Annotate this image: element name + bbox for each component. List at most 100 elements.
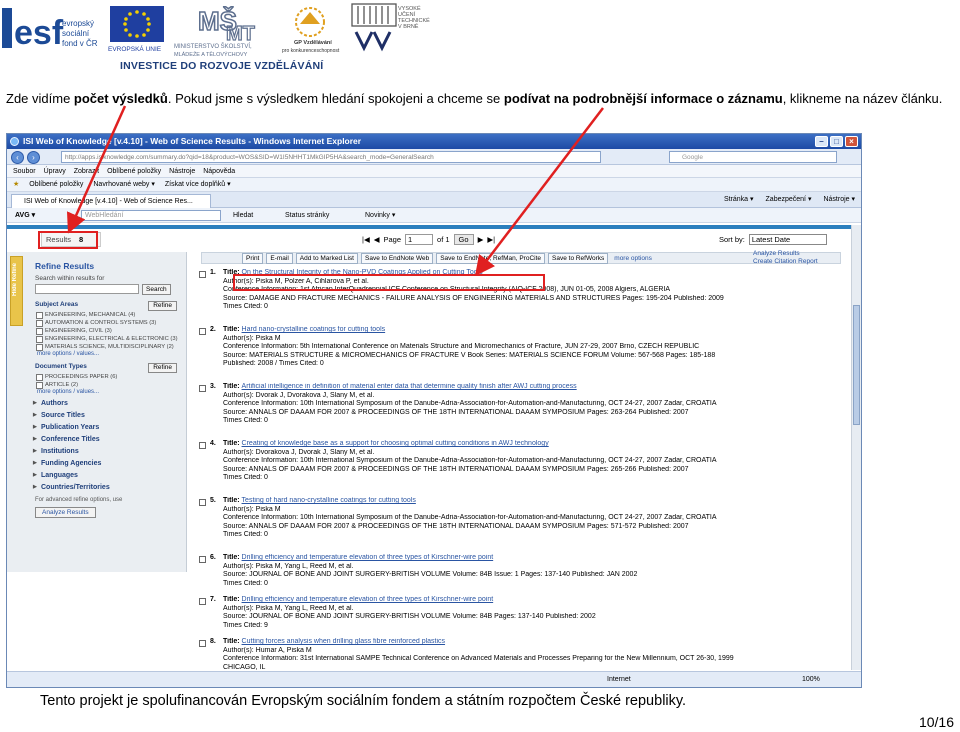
refine-subject-button[interactable]: Refine: [148, 301, 177, 311]
first-page-icon[interactable]: |◀: [362, 235, 370, 244]
subject-areas-heading: Subject Areas: [35, 301, 79, 308]
svg-text:GP Vzdělávání: GP Vzdělávání: [294, 40, 332, 46]
facet-source-titles[interactable]: Source Titles: [33, 412, 183, 419]
analyze-results-link[interactable]: Analyze Results: [753, 250, 818, 258]
page-input[interactable]: 1: [405, 234, 434, 245]
facet-item[interactable]: PROCEEDINGS PAPER (6): [35, 373, 183, 381]
search-within-button[interactable]: Search: [142, 284, 171, 295]
cmd-page[interactable]: Stránka ▾: [724, 195, 754, 203]
more-options-link[interactable]: more options: [611, 254, 655, 263]
avg-search-button[interactable]: Hledat: [233, 208, 253, 223]
svg-text:MLÁDEŽE A TĚLOVÝCHOVY: MLÁDEŽE A TĚLOVÝCHOVY: [174, 50, 248, 58]
doc-types-heading: Document Types: [35, 363, 87, 370]
prev-page-icon[interactable]: ◀: [374, 235, 380, 244]
facet-publication-years[interactable]: Publication Years: [33, 424, 183, 431]
menu-view[interactable]: Zobrazit: [74, 165, 99, 177]
url-field[interactable]: http://apps.isiknowledge.com/summary.do?…: [61, 151, 601, 163]
facet-institutions[interactable]: Institutions: [33, 448, 183, 455]
cmd-tools[interactable]: Nástroje ▾: [823, 195, 855, 203]
hide-refine-tab[interactable]: Hide Refine: [10, 256, 23, 326]
page-status-button[interactable]: Status stránky: [285, 208, 329, 223]
browser-search-input[interactable]: Google: [669, 151, 837, 163]
record-authors: Author(s): Piska M: [223, 505, 281, 513]
record-title-link[interactable]: Cutting forces analysis when drilling gl…: [242, 638, 445, 645]
facet-funding-agencies[interactable]: Funding Agencies: [33, 460, 183, 467]
record-cited: Times Cited: 0: [223, 303, 268, 311]
menu-favorites[interactable]: Oblíbené položky: [107, 165, 161, 177]
page: esf evropský sociální fond v ČR EVROPSKÁ…: [0, 0, 960, 732]
record-title-link[interactable]: Drilling efficiency and temperature elev…: [242, 596, 494, 603]
avg-button[interactable]: AVG ▾: [15, 208, 35, 223]
menu-edit[interactable]: Úpravy: [44, 165, 66, 177]
facet-item[interactable]: MATERIALS SCIENCE, MULTIDISCIPLINARY (2): [35, 343, 183, 351]
more-values-link[interactable]: more options / values...: [35, 351, 183, 357]
record-checkbox[interactable]: [199, 271, 206, 278]
sort-select[interactable]: Latest Date: [748, 234, 827, 245]
more-values-link[interactable]: more options / values...: [35, 389, 183, 395]
record-checkbox[interactable]: [199, 556, 206, 563]
record-authors: Author(s): Dvorakova J, Dvorak J, Slany …: [223, 448, 375, 456]
record-title-link[interactable]: Artificial intelligence in definition of…: [242, 383, 577, 390]
facet-item[interactable]: ARTICLE (2): [35, 381, 183, 389]
facet-countries[interactable]: Countries/Territories: [33, 484, 183, 491]
record-title-link[interactable]: Testing of hard nano-crystalline coating…: [242, 497, 416, 504]
close-button[interactable]: ×: [845, 136, 858, 147]
record-checkbox[interactable]: [199, 598, 206, 605]
next-page-icon[interactable]: ▶: [478, 235, 484, 244]
save-endnote-web-button[interactable]: Save to EndNote Web: [361, 252, 434, 264]
scrollbar-thumb[interactable]: [853, 305, 860, 425]
record-checkbox[interactable]: [199, 640, 206, 647]
facet-conference-titles[interactable]: Conference Titles: [33, 436, 183, 443]
tab-bar: ISI Web of Knowledge [v.4.10] - Web of S…: [7, 192, 861, 208]
menu-help[interactable]: Nápověda: [203, 165, 235, 177]
gp-logo: GP Vzdělávání pro konkurenceschopnost: [282, 7, 340, 54]
record-checkbox[interactable]: [199, 442, 206, 449]
vertical-scrollbar[interactable]: [851, 225, 861, 670]
save-endnote-button[interactable]: Save to EndNote, RefMan, ProCite: [436, 252, 546, 264]
wos-content: Results 8 |◀ ◀ Page 1 of 1 Go ▶ ▶| Sort by:…: [7, 225, 852, 671]
save-refworks-button[interactable]: Save to RefWorks: [548, 252, 609, 264]
record-number: 6.: [210, 554, 216, 561]
record-checkbox[interactable]: [199, 499, 206, 506]
record-checkbox[interactable]: [199, 328, 206, 335]
facet-item[interactable]: AUTOMATION & CONTROL SYSTEMS (3): [35, 319, 183, 327]
minimize-button[interactable]: –: [815, 136, 828, 147]
avg-search-input[interactable]: WebHledání: [81, 210, 221, 221]
cmd-security[interactable]: Zabezpečení ▾: [766, 195, 812, 203]
facet-languages[interactable]: Languages: [33, 472, 183, 479]
menu-file[interactable]: Soubor: [13, 165, 36, 177]
citation-report-link[interactable]: Create Citation Report: [753, 258, 818, 266]
email-button[interactable]: E-mail: [266, 252, 293, 264]
record-checkbox[interactable]: [199, 385, 206, 392]
facet-item[interactable]: ENGINEERING, MECHANICAL (4): [35, 311, 183, 319]
menu-tools[interactable]: Nástroje: [169, 165, 195, 177]
record-number: 5.: [210, 497, 216, 504]
record-title-link[interactable]: Creating of knowledge base as a support …: [242, 440, 549, 447]
suggested-sites[interactable]: Navrhované weby ▾: [93, 178, 155, 191]
zoom-level[interactable]: 100%: [802, 672, 820, 687]
search-within-input[interactable]: [35, 284, 139, 294]
facet-item[interactable]: ENGINEERING, ELECTRICAL & ELECTRONIC (3): [35, 335, 183, 343]
last-page-icon[interactable]: ▶|: [487, 235, 495, 244]
page-of: of 1: [437, 235, 450, 244]
favorites-button[interactable]: Oblíbené položky: [29, 178, 83, 191]
news-button[interactable]: Novinky ▾: [365, 208, 395, 223]
record-cited: Published: 2008 / Times Cited: 0: [223, 360, 324, 368]
svg-text:UČENÍ: UČENÍ: [398, 11, 416, 18]
go-button[interactable]: Go: [453, 234, 474, 245]
refine-doc-button[interactable]: Refine: [148, 363, 177, 373]
facet-item[interactable]: ENGINEERING, CIVIL (3): [35, 327, 183, 335]
back-icon[interactable]: ‹: [11, 151, 24, 164]
security-zone: Internet: [607, 676, 631, 683]
forward-icon[interactable]: ›: [27, 151, 40, 164]
facet-authors[interactable]: Authors: [33, 400, 183, 407]
add-marked-list-button[interactable]: Add to Marked List: [295, 252, 358, 264]
record-title-link[interactable]: Drilling efficiency and temperature elev…: [242, 554, 494, 561]
maximize-button[interactable]: □: [830, 136, 843, 147]
analyze-results-button[interactable]: Analyze Results: [35, 507, 96, 518]
get-addons[interactable]: Získat více doplňků ▾: [165, 178, 231, 191]
record-title-link[interactable]: Hard nano-crystalline coatings for cutti…: [242, 326, 386, 333]
print-button[interactable]: Print: [242, 252, 264, 264]
ie-icon: [10, 137, 19, 146]
tab-wos[interactable]: ISI Web of Knowledge [v.4.10] - Web of S…: [11, 194, 211, 208]
